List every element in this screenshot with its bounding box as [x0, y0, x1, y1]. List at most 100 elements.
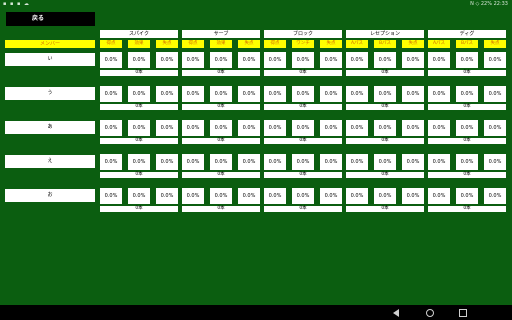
stat-percent-cell: 0.0% — [156, 188, 178, 204]
back-button[interactable]: 戻る — [6, 12, 95, 26]
nav-home-icon[interactable] — [426, 309, 434, 317]
stat-percent-cell: 0.0% — [264, 188, 286, 204]
stat-percent-cell: 0.0% — [100, 86, 122, 102]
sub-header: 効果 — [210, 40, 232, 48]
stat-percent-cell: 0.0% — [456, 188, 478, 204]
stat-percent-cell: 0.0% — [100, 120, 122, 136]
sub-header: 失点 — [484, 40, 506, 48]
stat-percent-cell: 0.0% — [182, 52, 204, 68]
category-header: ディグ — [428, 30, 506, 38]
stat-percent-cell: 0.0% — [292, 86, 314, 102]
stat-percent-cell: 0.0% — [428, 86, 450, 102]
stat-percent-cell: 0.0% — [100, 52, 122, 68]
category-header: サーブ — [182, 30, 260, 38]
stat-percent-cell: 0.0% — [484, 86, 506, 102]
stat-count-cell: 0本 — [264, 138, 342, 144]
member-name[interactable]: お — [5, 189, 95, 202]
stat-count-cell: 0本 — [428, 104, 506, 110]
stat-count-cell: 0本 — [346, 138, 424, 144]
stat-percent-cell: 0.0% — [128, 86, 150, 102]
stat-percent-cell: 0.0% — [374, 86, 396, 102]
stat-percent-cell: 0.0% — [346, 188, 368, 204]
android-nav-bar — [0, 305, 512, 320]
notification-icons: ▪ ▪ ▪ ☁ — [3, 1, 30, 7]
member-name[interactable]: え — [5, 155, 95, 168]
stat-count-cell: 0本 — [428, 138, 506, 144]
stat-percent-cell: 0.0% — [292, 52, 314, 68]
sub-header: Bパス — [456, 40, 478, 48]
member-name[interactable]: あ — [5, 121, 95, 134]
stat-percent-cell: 0.0% — [100, 188, 122, 204]
stat-percent-cell: 0.0% — [484, 188, 506, 204]
status-indicators: N ◇ 22% 22:33 — [470, 1, 508, 7]
nav-recent-icon[interactable] — [459, 309, 467, 317]
stat-percent-cell: 0.0% — [402, 154, 424, 170]
stat-percent-cell: 0.0% — [456, 154, 478, 170]
stat-percent-cell: 0.0% — [428, 120, 450, 136]
stat-percent-cell: 0.0% — [320, 86, 342, 102]
stat-percent-cell: 0.0% — [182, 120, 204, 136]
stat-count-cell: 0本 — [100, 104, 178, 110]
stat-percent-cell: 0.0% — [156, 154, 178, 170]
stat-count-cell: 0本 — [182, 206, 260, 212]
stat-count-cell: 0本 — [100, 70, 178, 76]
stat-percent-cell: 0.0% — [346, 154, 368, 170]
stat-percent-cell: 0.0% — [210, 188, 232, 204]
stat-percent-cell: 0.0% — [320, 52, 342, 68]
category-header: スパイク — [100, 30, 178, 38]
stat-percent-cell: 0.0% — [156, 86, 178, 102]
sub-header: 失点 — [238, 40, 260, 48]
sub-header: ワンチ — [292, 40, 314, 48]
stat-percent-cell: 0.0% — [402, 86, 424, 102]
stat-percent-cell: 0.0% — [238, 154, 260, 170]
stat-count-cell: 0本 — [100, 172, 178, 178]
stat-percent-cell: 0.0% — [238, 120, 260, 136]
stat-count-cell: 0本 — [428, 172, 506, 178]
stat-percent-cell: 0.0% — [128, 52, 150, 68]
member-column-header: メンバー — [5, 40, 95, 48]
stat-percent-cell: 0.0% — [292, 154, 314, 170]
stat-percent-cell: 0.0% — [100, 154, 122, 170]
stat-percent-cell: 0.0% — [374, 188, 396, 204]
stat-count-cell: 0本 — [264, 104, 342, 110]
nav-back-icon[interactable] — [393, 309, 399, 317]
stat-percent-cell: 0.0% — [128, 154, 150, 170]
stat-percent-cell: 0.0% — [156, 52, 178, 68]
sub-header: 失点 — [320, 40, 342, 48]
stat-percent-cell: 0.0% — [456, 86, 478, 102]
stat-percent-cell: 0.0% — [210, 52, 232, 68]
stat-percent-cell: 0.0% — [182, 86, 204, 102]
sub-header: Bパス — [374, 40, 396, 48]
stat-percent-cell: 0.0% — [210, 120, 232, 136]
stat-percent-cell: 0.0% — [238, 52, 260, 68]
stat-count-cell: 0本 — [182, 104, 260, 110]
stat-percent-cell: 0.0% — [292, 120, 314, 136]
category-header: レセプション — [346, 30, 424, 38]
stat-count-cell: 0本 — [100, 138, 178, 144]
sub-header: 得点 — [100, 40, 122, 48]
stat-percent-cell: 0.0% — [264, 86, 286, 102]
sub-header: Aパス — [428, 40, 450, 48]
member-name[interactable]: う — [5, 87, 95, 100]
stat-count-cell: 0本 — [346, 172, 424, 178]
stat-count-cell: 0本 — [182, 172, 260, 178]
stat-percent-cell: 0.0% — [346, 52, 368, 68]
stat-count-cell: 0本 — [182, 70, 260, 76]
stat-percent-cell: 0.0% — [374, 154, 396, 170]
category-header: ブロック — [264, 30, 342, 38]
stat-percent-cell: 0.0% — [456, 120, 478, 136]
stat-percent-cell: 0.0% — [374, 120, 396, 136]
stat-count-cell: 0本 — [346, 104, 424, 110]
stat-count-cell: 0本 — [264, 172, 342, 178]
stat-percent-cell: 0.0% — [264, 52, 286, 68]
member-name[interactable]: い — [5, 53, 95, 66]
stat-percent-cell: 0.0% — [484, 154, 506, 170]
stat-percent-cell: 0.0% — [264, 120, 286, 136]
stat-count-cell: 0本 — [428, 206, 506, 212]
stat-percent-cell: 0.0% — [182, 188, 204, 204]
stat-count-cell: 0本 — [346, 206, 424, 212]
stat-percent-cell: 0.0% — [292, 188, 314, 204]
stat-percent-cell: 0.0% — [428, 188, 450, 204]
stat-percent-cell: 0.0% — [238, 188, 260, 204]
sub-header: Aパス — [346, 40, 368, 48]
